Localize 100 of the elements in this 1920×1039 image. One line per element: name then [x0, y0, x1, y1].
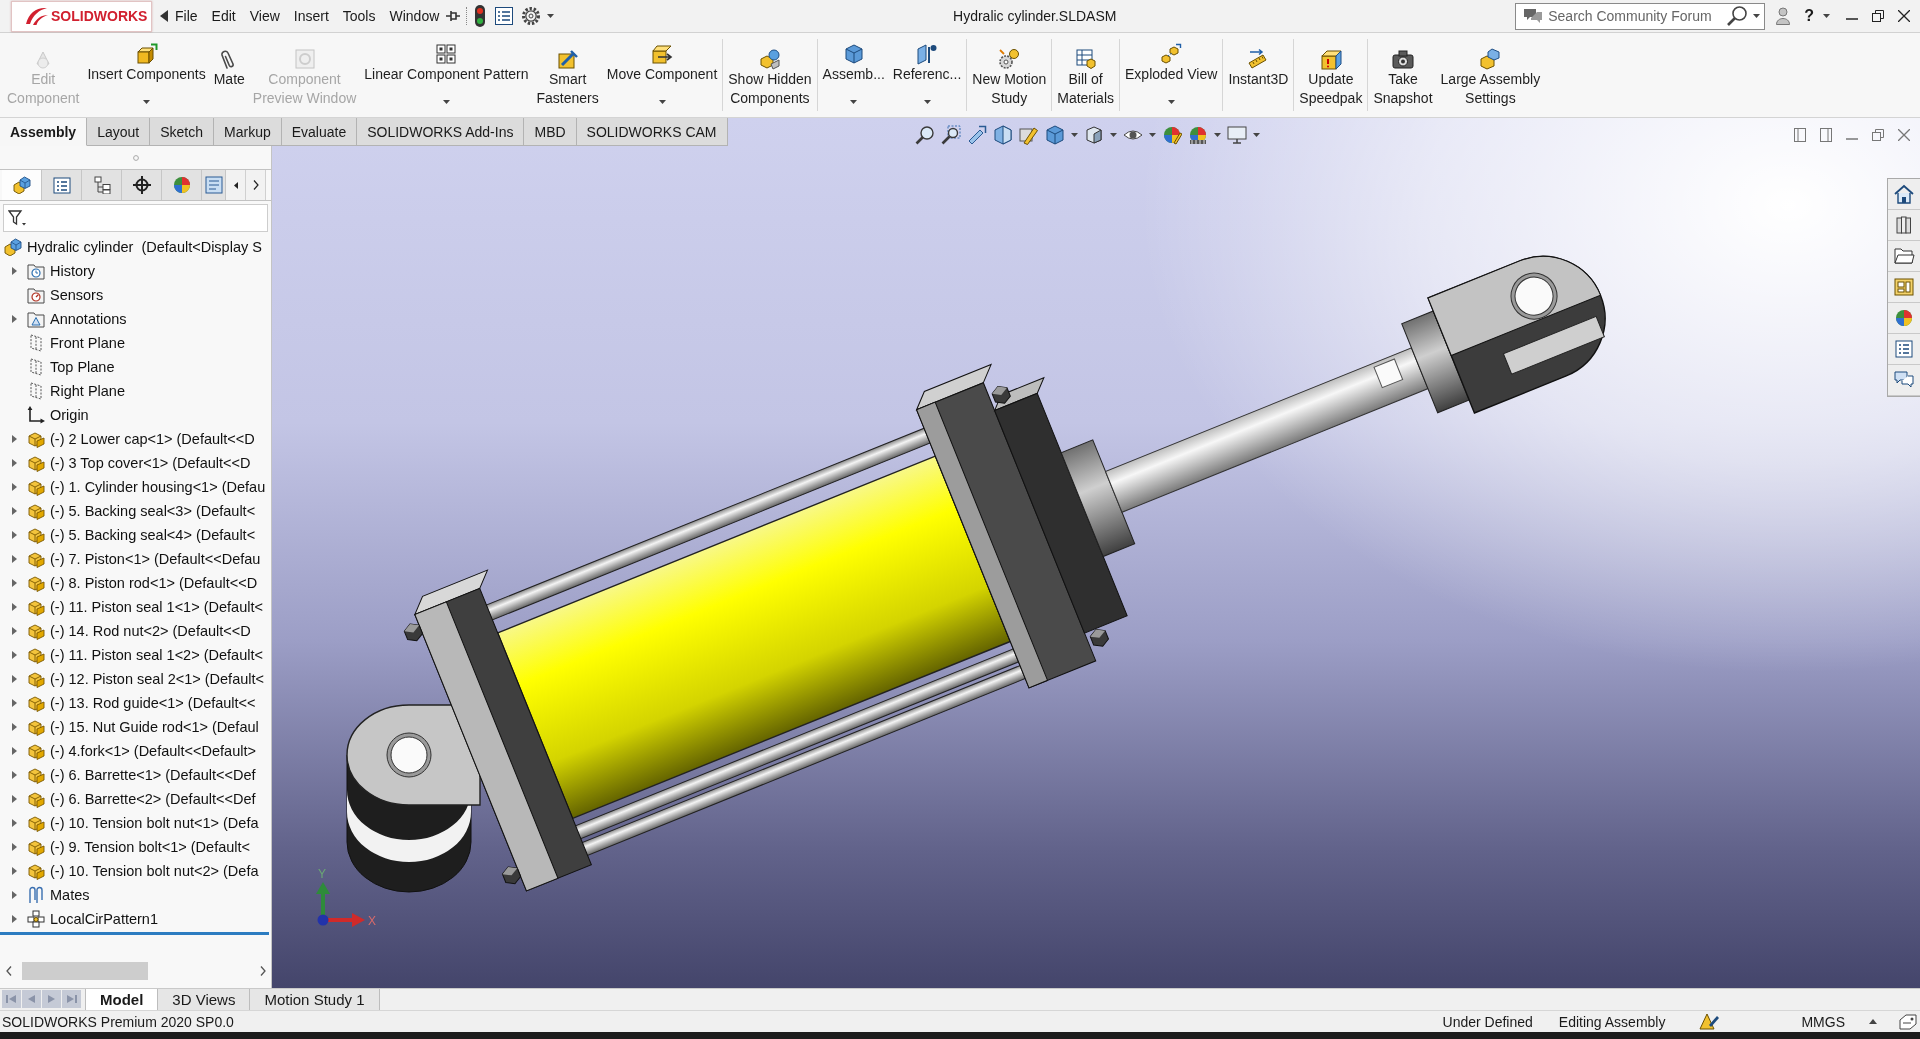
skip-start-icon[interactable]: [2, 990, 21, 1008]
pencil-icon[interactable]: [1019, 125, 1039, 145]
caret-icon[interactable]: [658, 100, 666, 104]
tree-item[interactable]: Right Plane: [27, 379, 125, 403]
expand-arrow-icon[interactable]: [11, 843, 17, 851]
ribbon-button[interactable]: Linear Component Pattern: [360, 33, 533, 117]
tree-item[interactable]: Origin: [27, 403, 89, 427]
expand-arrow-icon[interactable]: [11, 771, 17, 779]
menu-item[interactable]: Tools: [335, 0, 383, 32]
warning-icon[interactable]: [1699, 1012, 1720, 1031]
expand-arrow-icon[interactable]: [11, 579, 17, 587]
ribbon-button[interactable]: Instant3D: [1224, 33, 1293, 117]
expand-arrow-icon[interactable]: [11, 699, 17, 707]
ribbon-button[interactable]: Insert Components: [83, 33, 210, 117]
list-icon[interactable]: [495, 7, 514, 25]
pane-icon[interactable]: [1820, 128, 1832, 142]
caret-icon[interactable]: [143, 100, 151, 104]
view-tab[interactable]: Model: [85, 989, 159, 1010]
caret-icon[interactable]: [1110, 133, 1117, 137]
tree-item[interactable]: (-) 11. Piston seal 1<1> (Default<: [27, 595, 263, 619]
command-tab[interactable]: Evaluate: [281, 118, 358, 146]
list-icon[interactable]: [1893, 338, 1915, 360]
expand-arrow-icon[interactable]: [11, 531, 17, 539]
expand-arrow-icon[interactable]: [11, 459, 17, 467]
expand-arrow-icon[interactable]: [11, 819, 17, 827]
search-icon[interactable]: [1727, 6, 1748, 26]
expand-arrow-icon[interactable]: [11, 507, 17, 515]
caret-icon[interactable]: [1071, 133, 1078, 137]
expand-arrow-icon[interactable]: [11, 651, 17, 659]
tree-item[interactable]: (-) 5. Backing seal<3> (Default<: [27, 499, 256, 523]
command-tab[interactable]: Layout: [87, 118, 151, 146]
tree-item[interactable]: (-) 10. Tension bolt nut<2> (Defa: [27, 859, 259, 883]
restore-icon[interactable]: [1872, 10, 1884, 22]
caret-icon[interactable]: [1753, 14, 1761, 18]
tag-icon[interactable]: [1899, 1013, 1917, 1030]
section-cube-icon[interactable]: [993, 125, 1013, 145]
tree-item[interactable]: (-) 6. Barrette<2> (Default<<Def: [27, 787, 256, 811]
tree-item[interactable]: (-) 14. Rod nut<2> (Default<<D: [27, 619, 251, 643]
expand-arrow-icon[interactable]: [11, 555, 17, 563]
tree-item[interactable]: Hydralic cylinder (Default<Display S: [4, 235, 262, 259]
tree-item[interactable]: (-) 4.fork<1> (Default<<Default>: [27, 739, 256, 763]
settings-icon[interactable]: [522, 7, 541, 25]
tree-item[interactable]: (-) 7. Piston<1> (Default<<Defau: [27, 547, 261, 571]
color-ball-icon[interactable]: [1162, 125, 1182, 145]
color-ball-icon[interactable]: [1893, 307, 1915, 329]
caret-icon[interactable]: [547, 14, 555, 18]
layout-icon[interactable]: [1893, 276, 1915, 298]
caret-icon[interactable]: [923, 100, 931, 104]
ribbon-button[interactable]: Large Assembly Settings: [1436, 33, 1545, 117]
monitor-icon[interactable]: [1227, 125, 1247, 145]
color-ball-icon[interactable]: [1188, 125, 1208, 145]
pane-icon[interactable]: [1794, 128, 1806, 142]
expand-arrow-icon[interactable]: [11, 795, 17, 803]
caret-icon[interactable]: [442, 100, 450, 104]
chevron-left-icon[interactable]: [6, 966, 12, 976]
expand-arrow-icon[interactable]: [11, 723, 17, 731]
tree-item[interactable]: (-) 6. Barrette<1> (Default<<Def: [27, 763, 256, 787]
shaded-cube-icon[interactable]: [1084, 125, 1104, 145]
command-tab[interactable]: Sketch: [150, 118, 214, 146]
tree-item[interactable]: Annotations: [27, 307, 127, 331]
expand-arrow-icon[interactable]: [11, 603, 17, 611]
expand-arrow-icon[interactable]: [11, 891, 17, 899]
user-icon[interactable]: [1776, 7, 1791, 25]
expand-arrow-icon[interactable]: [11, 315, 17, 323]
expand-arrow-icon[interactable]: [11, 483, 17, 491]
pencil-icon[interactable]: [967, 125, 987, 145]
menu-item[interactable]: View: [242, 0, 287, 32]
filter-field[interactable]: [3, 204, 268, 232]
tree-item[interactable]: LocalCirPattern1: [27, 907, 158, 931]
menu-item[interactable]: File: [168, 0, 205, 32]
expand-arrow-icon[interactable]: [11, 867, 17, 875]
command-tab[interactable]: Assembly: [0, 118, 88, 146]
ribbon-button[interactable]: Exploded View: [1121, 33, 1222, 117]
panel-tab[interactable]: [122, 170, 162, 200]
ribbon-button[interactable]: Show Hidden Components: [724, 33, 816, 117]
expand-arrow-icon[interactable]: [11, 675, 17, 683]
command-tab[interactable]: Markup: [214, 118, 282, 146]
magnifier-icon[interactable]: [915, 125, 935, 145]
magnifier-icon[interactable]: [941, 125, 961, 145]
ribbon-button[interactable]: Bill of Materials: [1053, 33, 1118, 117]
tree-item[interactable]: (-) 2 Lower cap<1> (Default<<D: [27, 427, 255, 451]
close-icon[interactable]: [1898, 10, 1910, 22]
search-field[interactable]: Search Community Forum: [1515, 2, 1766, 30]
tree-item[interactable]: History: [27, 259, 96, 283]
expand-arrow-icon[interactable]: [11, 747, 17, 755]
view-tab[interactable]: Motion Study 1: [250, 989, 380, 1010]
tree-item[interactable]: Front Plane: [27, 331, 125, 355]
view-tab[interactable]: 3D Views: [158, 989, 251, 1010]
expand-arrow-icon[interactable]: [11, 915, 17, 923]
ribbon-button[interactable]: Smart Fasteners: [532, 33, 603, 117]
cube-icon[interactable]: [1045, 125, 1065, 145]
tree-item[interactable]: (-) 10. Tension bolt nut<1> (Defa: [27, 811, 259, 835]
expand-arrow-icon[interactable]: [11, 267, 17, 275]
expand-arrow-icon[interactable]: [11, 627, 17, 635]
tree-item[interactable]: (-) 3 Top cover<1> (Default<<D: [27, 451, 251, 475]
chevron-right-icon[interactable]: [260, 966, 266, 976]
command-tab[interactable]: MBD: [524, 118, 577, 146]
ribbon-button[interactable]: Move Component: [602, 33, 722, 117]
menu-item[interactable]: Window: [382, 0, 447, 32]
ribbon-button[interactable]: New Motion Study: [968, 33, 1051, 117]
